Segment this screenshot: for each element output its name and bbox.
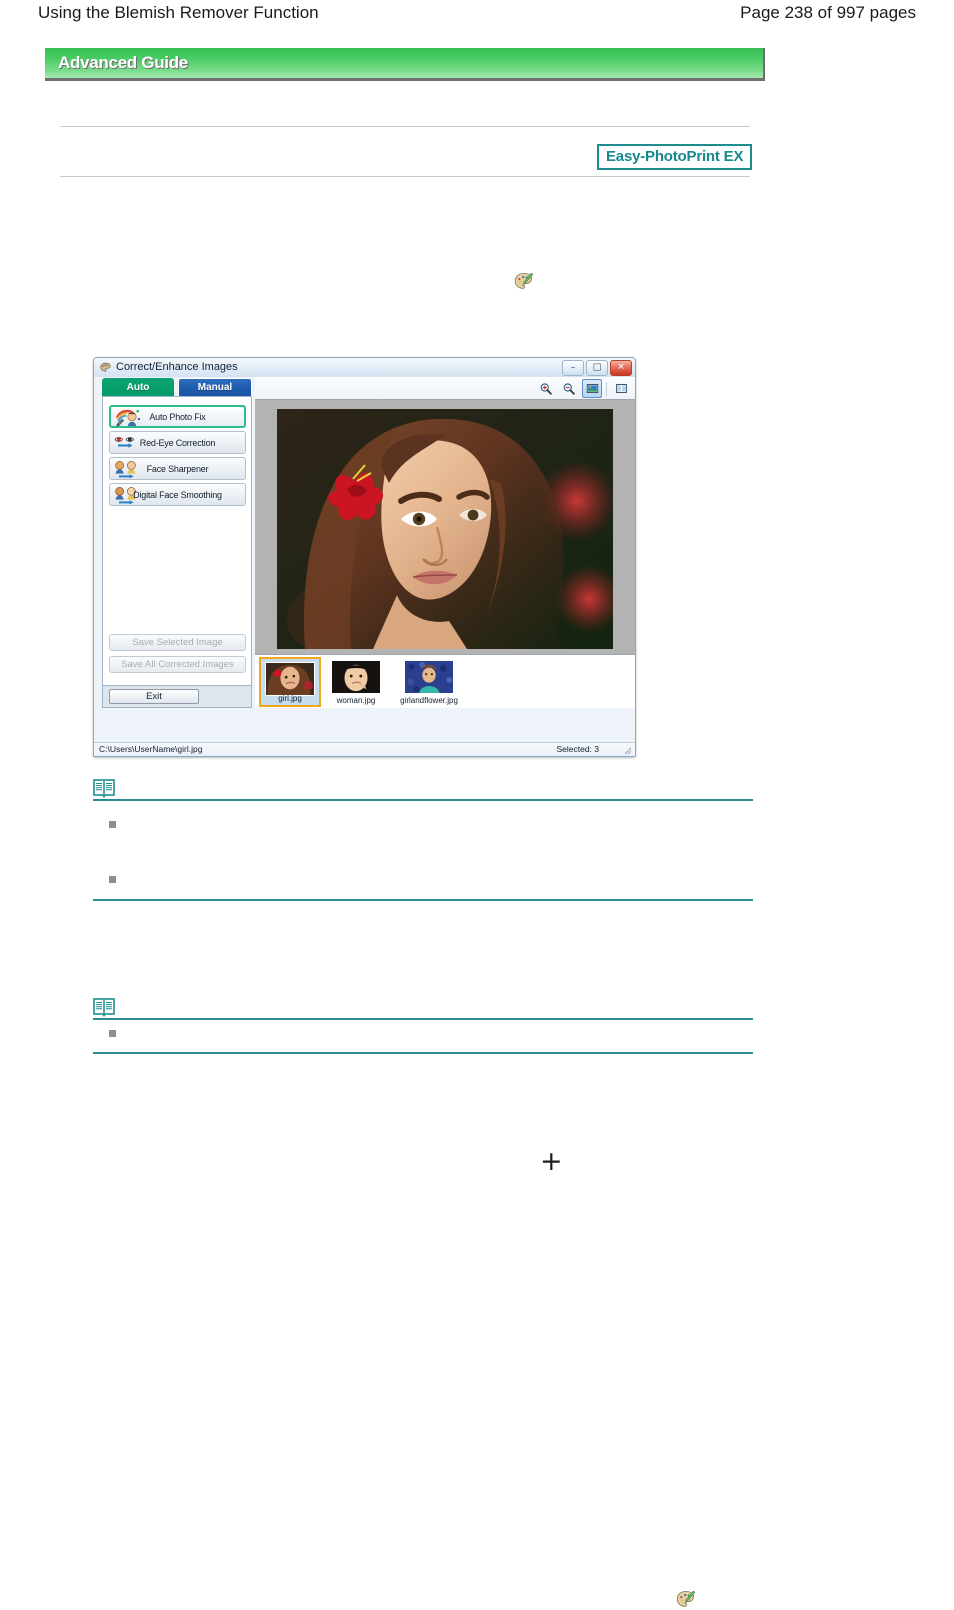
divider-bottom	[60, 176, 750, 177]
status-selected-count: Selected: 3	[556, 744, 599, 754]
digital-face-smoothing-label: Digital Face Smoothing	[133, 489, 222, 500]
thumb-girlandflower-image	[405, 661, 453, 693]
thumbnail-strip[interactable]: girl.jpg woman.jpg girlandflower.jpg	[255, 654, 635, 708]
note-rule-bottom	[93, 1052, 753, 1054]
close-icon: ✕	[617, 362, 625, 373]
exit-strip: Exit	[102, 686, 252, 708]
note-bullet	[109, 1030, 116, 1037]
zoom-out-icon[interactable]	[559, 379, 579, 398]
thumbnail-image	[331, 660, 381, 694]
thumb-girl-image	[266, 663, 314, 695]
fix-button-list: Auto Photo Fix Red-Eye Correction Face S…	[109, 405, 246, 509]
status-file-path: C:\Users\UserName\girl.jpg	[99, 744, 203, 754]
dialog-title-bar[interactable]: Correct/Enhance Images – □ ✕	[94, 358, 635, 377]
save-selected-image-button[interactable]: Save Selected Image	[109, 634, 246, 651]
divider-top	[60, 126, 750, 127]
note-block	[93, 779, 753, 1607]
minimize-button[interactable]: –	[562, 360, 584, 376]
red-eye-correction-label: Red-Eye Correction	[139, 437, 216, 448]
dialog-status-bar: C:\Users\UserName\girl.jpg Selected: 3	[94, 742, 635, 756]
save-panel: Save Selected Image Save All Corrected I…	[102, 622, 252, 686]
open-book-icon	[93, 998, 115, 1017]
note-block	[93, 998, 753, 1054]
advanced-guide-banner: Advanced Guide	[45, 48, 765, 81]
note-rule-bottom	[93, 899, 753, 901]
tab-auto[interactable]: Auto	[102, 378, 174, 396]
auto-photo-fix-button[interactable]: Auto Photo Fix	[109, 405, 246, 428]
thumbnail-image	[265, 662, 315, 696]
note-rule-top	[93, 1018, 753, 1020]
digital-face-smoothing-button[interactable]: Digital Face Smoothing	[109, 483, 246, 506]
resize-grip-icon[interactable]	[623, 746, 632, 755]
tab-manual[interactable]: Manual	[178, 378, 252, 396]
open-book-icon	[93, 779, 115, 798]
document-title: Using the Blemish Remover Function	[38, 3, 319, 22]
page-header: Using the Blemish Remover Function Page …	[0, 0, 954, 30]
easy-photoprint-ex-tag[interactable]: Easy-PhotoPrint EX	[597, 144, 753, 170]
thumbnail-filename: girlandflower.jpg	[400, 696, 458, 705]
note-bullet	[109, 821, 116, 828]
thumbnail-girlandflower[interactable]: girlandflower.jpg	[391, 657, 467, 707]
page-number: Page 238 of 997 pages	[740, 3, 916, 22]
compare-split-view-icon[interactable]	[611, 379, 631, 398]
maximize-icon: □	[592, 362, 602, 373]
thumbnail-filename: woman.jpg	[336, 696, 376, 705]
toolbar-separator	[606, 381, 607, 396]
mode-tabs[interactable]: Auto Manual	[102, 378, 252, 396]
exit-button[interactable]: Exit	[109, 689, 199, 704]
palette-icon	[676, 1590, 696, 1607]
image-preview-area[interactable]	[255, 399, 635, 654]
preview-photo	[277, 409, 613, 649]
palette-icon	[514, 272, 534, 289]
note-rule-top	[93, 799, 753, 801]
plus-glyph: +	[540, 1146, 563, 1177]
face-sharpener-button[interactable]: Face Sharpener	[109, 457, 246, 480]
save-all-corrected-images-button[interactable]: Save All Corrected Images	[109, 656, 246, 673]
fit-to-window-icon[interactable]	[582, 379, 602, 398]
auto-photo-fix-label: Auto Photo Fix	[149, 411, 206, 422]
red-eye-correction-button[interactable]: Red-Eye Correction	[109, 431, 246, 454]
maximize-button[interactable]: □	[586, 360, 608, 376]
dialog-title: Correct/Enhance Images	[116, 361, 238, 373]
preview-photo-image	[277, 409, 613, 649]
correct-enhance-images-dialog[interactable]: Correct/Enhance Images – □ ✕ Auto Manual	[93, 357, 636, 757]
window-controls[interactable]: – □ ✕	[562, 360, 632, 376]
thumb-woman-image	[332, 661, 380, 693]
preview-toolbar	[255, 377, 635, 399]
advanced-guide-label: Advanced Guide	[58, 53, 188, 72]
close-button[interactable]: ✕	[610, 360, 632, 376]
thumbnail-woman[interactable]: woman.jpg	[325, 657, 387, 707]
correct-enhance-app-icon	[100, 362, 111, 372]
face-sharpener-label: Face Sharpener	[146, 463, 209, 474]
zoom-in-icon[interactable]	[536, 379, 556, 398]
thumbnail-image	[404, 660, 454, 694]
note-bullet	[109, 876, 116, 883]
thumbnail-filename: girl.jpg	[278, 694, 302, 703]
thumbnail-girl[interactable]: girl.jpg	[259, 657, 321, 707]
minimize-icon: –	[570, 362, 576, 373]
